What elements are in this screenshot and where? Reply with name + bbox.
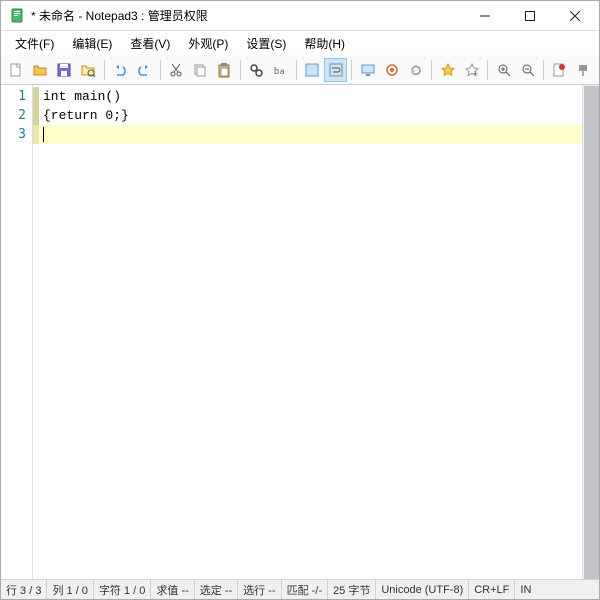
zoom-button[interactable] bbox=[300, 58, 323, 82]
code-line-current[interactable] bbox=[33, 125, 599, 144]
favorite-button[interactable] bbox=[436, 58, 459, 82]
editor[interactable]: 1 2 3 int main() {return 0;} bbox=[1, 85, 599, 579]
status-row[interactable]: 行 3 / 3 bbox=[1, 580, 47, 599]
add-fav-button[interactable]: + bbox=[460, 58, 483, 82]
vertical-scrollbar[interactable] bbox=[582, 85, 599, 579]
status-eol[interactable]: CR+LF bbox=[469, 580, 515, 599]
scheme-button[interactable] bbox=[380, 58, 403, 82]
copy-button[interactable] bbox=[189, 58, 212, 82]
line-number[interactable]: 2 bbox=[1, 106, 26, 125]
status-eval[interactable]: 求值 -- bbox=[151, 580, 194, 599]
line-number[interactable]: 1 bbox=[1, 87, 26, 106]
status-col[interactable]: 列 1 / 0 bbox=[47, 580, 93, 599]
window-title: * 未命名 - Notepad3 : 管理员权限 bbox=[31, 7, 462, 24]
separator bbox=[351, 60, 352, 80]
svg-text:+: + bbox=[473, 69, 478, 78]
zoom-in-button[interactable] bbox=[492, 58, 515, 82]
pin-button[interactable] bbox=[572, 58, 595, 82]
cursor bbox=[43, 127, 44, 142]
status-match[interactable]: 匹配 -/- bbox=[282, 580, 328, 599]
code-text: int main() bbox=[43, 89, 121, 104]
cut-button[interactable] bbox=[165, 58, 188, 82]
menu-appearance[interactable]: 外观(P) bbox=[180, 32, 236, 55]
status-sel-lines[interactable]: 选行 -- bbox=[238, 580, 281, 599]
status-selection[interactable]: 选定 -- bbox=[195, 580, 238, 599]
open-button[interactable] bbox=[29, 58, 52, 82]
menu-edit[interactable]: 编辑(E) bbox=[64, 32, 120, 55]
browse-button[interactable] bbox=[77, 58, 100, 82]
redo-button[interactable] bbox=[133, 58, 156, 82]
menu-view[interactable]: 查看(V) bbox=[122, 32, 178, 55]
code-area[interactable]: int main() {return 0;} bbox=[33, 85, 599, 579]
menu-settings[interactable]: 设置(S) bbox=[238, 32, 294, 55]
close-button[interactable] bbox=[552, 2, 597, 30]
code-line[interactable]: int main() bbox=[33, 87, 599, 106]
status-mode[interactable]: IN bbox=[515, 580, 536, 599]
minimize-button[interactable] bbox=[462, 2, 507, 30]
status-bytes[interactable]: 25 字节 bbox=[328, 580, 376, 599]
status-char[interactable]: 字符 1 / 0 bbox=[94, 580, 151, 599]
undo-button[interactable] bbox=[109, 58, 132, 82]
monitor-button[interactable] bbox=[356, 58, 379, 82]
bookmark-button[interactable] bbox=[548, 58, 571, 82]
paste-button[interactable] bbox=[213, 58, 236, 82]
toolbar: ba + bbox=[1, 55, 599, 85]
separator bbox=[543, 60, 544, 80]
new-button[interactable] bbox=[5, 58, 28, 82]
menu-file[interactable]: 文件(F) bbox=[7, 32, 62, 55]
separator bbox=[431, 60, 432, 80]
maximize-button[interactable] bbox=[507, 2, 552, 30]
separator bbox=[160, 60, 161, 80]
menubar: 文件(F) 编辑(E) 查看(V) 外观(P) 设置(S) 帮助(H) bbox=[1, 31, 599, 55]
refresh-button[interactable] bbox=[404, 58, 427, 82]
separator bbox=[104, 60, 105, 80]
statusbar: 行 3 / 3 列 1 / 0 字符 1 / 0 求值 -- 选定 -- 选行 … bbox=[1, 579, 599, 599]
svg-text:b: b bbox=[274, 66, 279, 77]
line-gutter: 1 2 3 bbox=[1, 85, 33, 579]
code-text: {return 0;} bbox=[43, 108, 129, 123]
status-encoding[interactable]: Unicode (UTF-8) bbox=[376, 580, 469, 599]
code-line[interactable]: {return 0;} bbox=[33, 106, 599, 125]
separator bbox=[296, 60, 297, 80]
zoom-out-button[interactable] bbox=[516, 58, 539, 82]
separator bbox=[487, 60, 488, 80]
separator bbox=[240, 60, 241, 80]
wordwrap-button[interactable] bbox=[324, 58, 347, 82]
titlebar: * 未命名 - Notepad3 : 管理员权限 bbox=[1, 1, 599, 31]
find-button[interactable] bbox=[245, 58, 268, 82]
line-number[interactable]: 3 bbox=[1, 125, 26, 144]
replace-button[interactable]: ba bbox=[269, 58, 292, 82]
app-icon bbox=[9, 8, 25, 24]
save-button[interactable] bbox=[53, 58, 76, 82]
menu-help[interactable]: 帮助(H) bbox=[296, 32, 353, 55]
svg-text:a: a bbox=[280, 67, 285, 76]
window-controls bbox=[462, 2, 597, 30]
scrollbar-thumb[interactable] bbox=[584, 86, 599, 579]
